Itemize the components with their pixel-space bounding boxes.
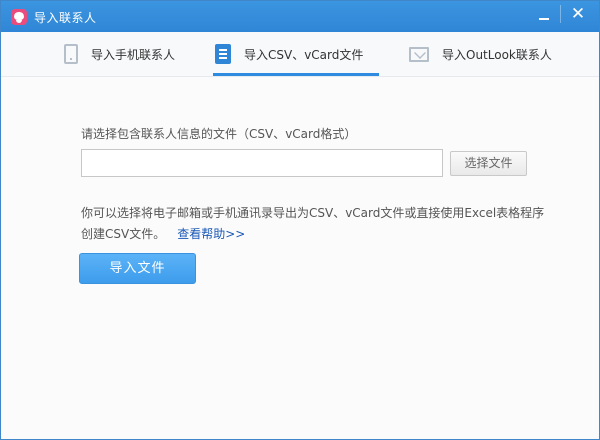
phone-icon	[64, 44, 78, 64]
active-tab-indicator	[213, 73, 379, 76]
description-line-2: 创建CSV文件。 查看帮助>>	[81, 224, 571, 245]
app-logo-icon	[11, 9, 27, 25]
tab-import-phone-contacts[interactable]: 导入手机联系人	[64, 32, 175, 76]
description-line-1: 你可以选择将电子邮箱或手机通讯录导出为CSV、vCard文件或直接使用Excel…	[81, 206, 545, 220]
minimize-button[interactable]	[531, 1, 557, 27]
tab-label: 导入CSV、vCard文件	[244, 47, 364, 62]
titlebar-divider	[560, 5, 561, 23]
choose-file-button[interactable]: 选择文件	[450, 151, 527, 176]
file-path-input[interactable]	[81, 149, 443, 177]
mail-icon	[409, 46, 429, 62]
view-help-link[interactable]: 查看帮助>>	[177, 227, 245, 241]
document-icon	[215, 44, 231, 64]
title-bar[interactable]: 导入联系人 ✕	[1, 1, 599, 32]
file-prompt-label: 请选择包含联系人信息的文件（CSV、vCard格式）	[81, 127, 357, 141]
tab-import-csv-vcard[interactable]: 导入CSV、vCard文件	[215, 32, 363, 76]
close-button[interactable]: ✕	[565, 1, 591, 27]
help-description: 你可以选择将电子邮箱或手机通讯录导出为CSV、vCard文件或直接使用Excel…	[81, 203, 571, 245]
minimize-icon	[539, 18, 549, 20]
import-panel: 请选择包含联系人信息的文件（CSV、vCard格式） 选择文件 你可以选择将电子…	[1, 77, 599, 439]
import-contacts-window: 导入联系人 ✕ 导入手机联系人 导入CSV、vCard文件 导入OutLook联…	[0, 0, 600, 440]
import-file-button[interactable]: 导入文件	[79, 253, 196, 284]
close-icon: ✕	[570, 4, 586, 24]
tab-label: 导入手机联系人	[91, 47, 176, 62]
tab-import-outlook-contacts[interactable]: 导入OutLook联系人	[409, 32, 552, 76]
tab-bar: 导入手机联系人 导入CSV、vCard文件 导入OutLook联系人	[1, 32, 599, 77]
description-text: 创建CSV文件。	[81, 227, 166, 241]
tab-label: 导入OutLook联系人	[442, 47, 552, 62]
window-title: 导入联系人	[34, 11, 97, 25]
